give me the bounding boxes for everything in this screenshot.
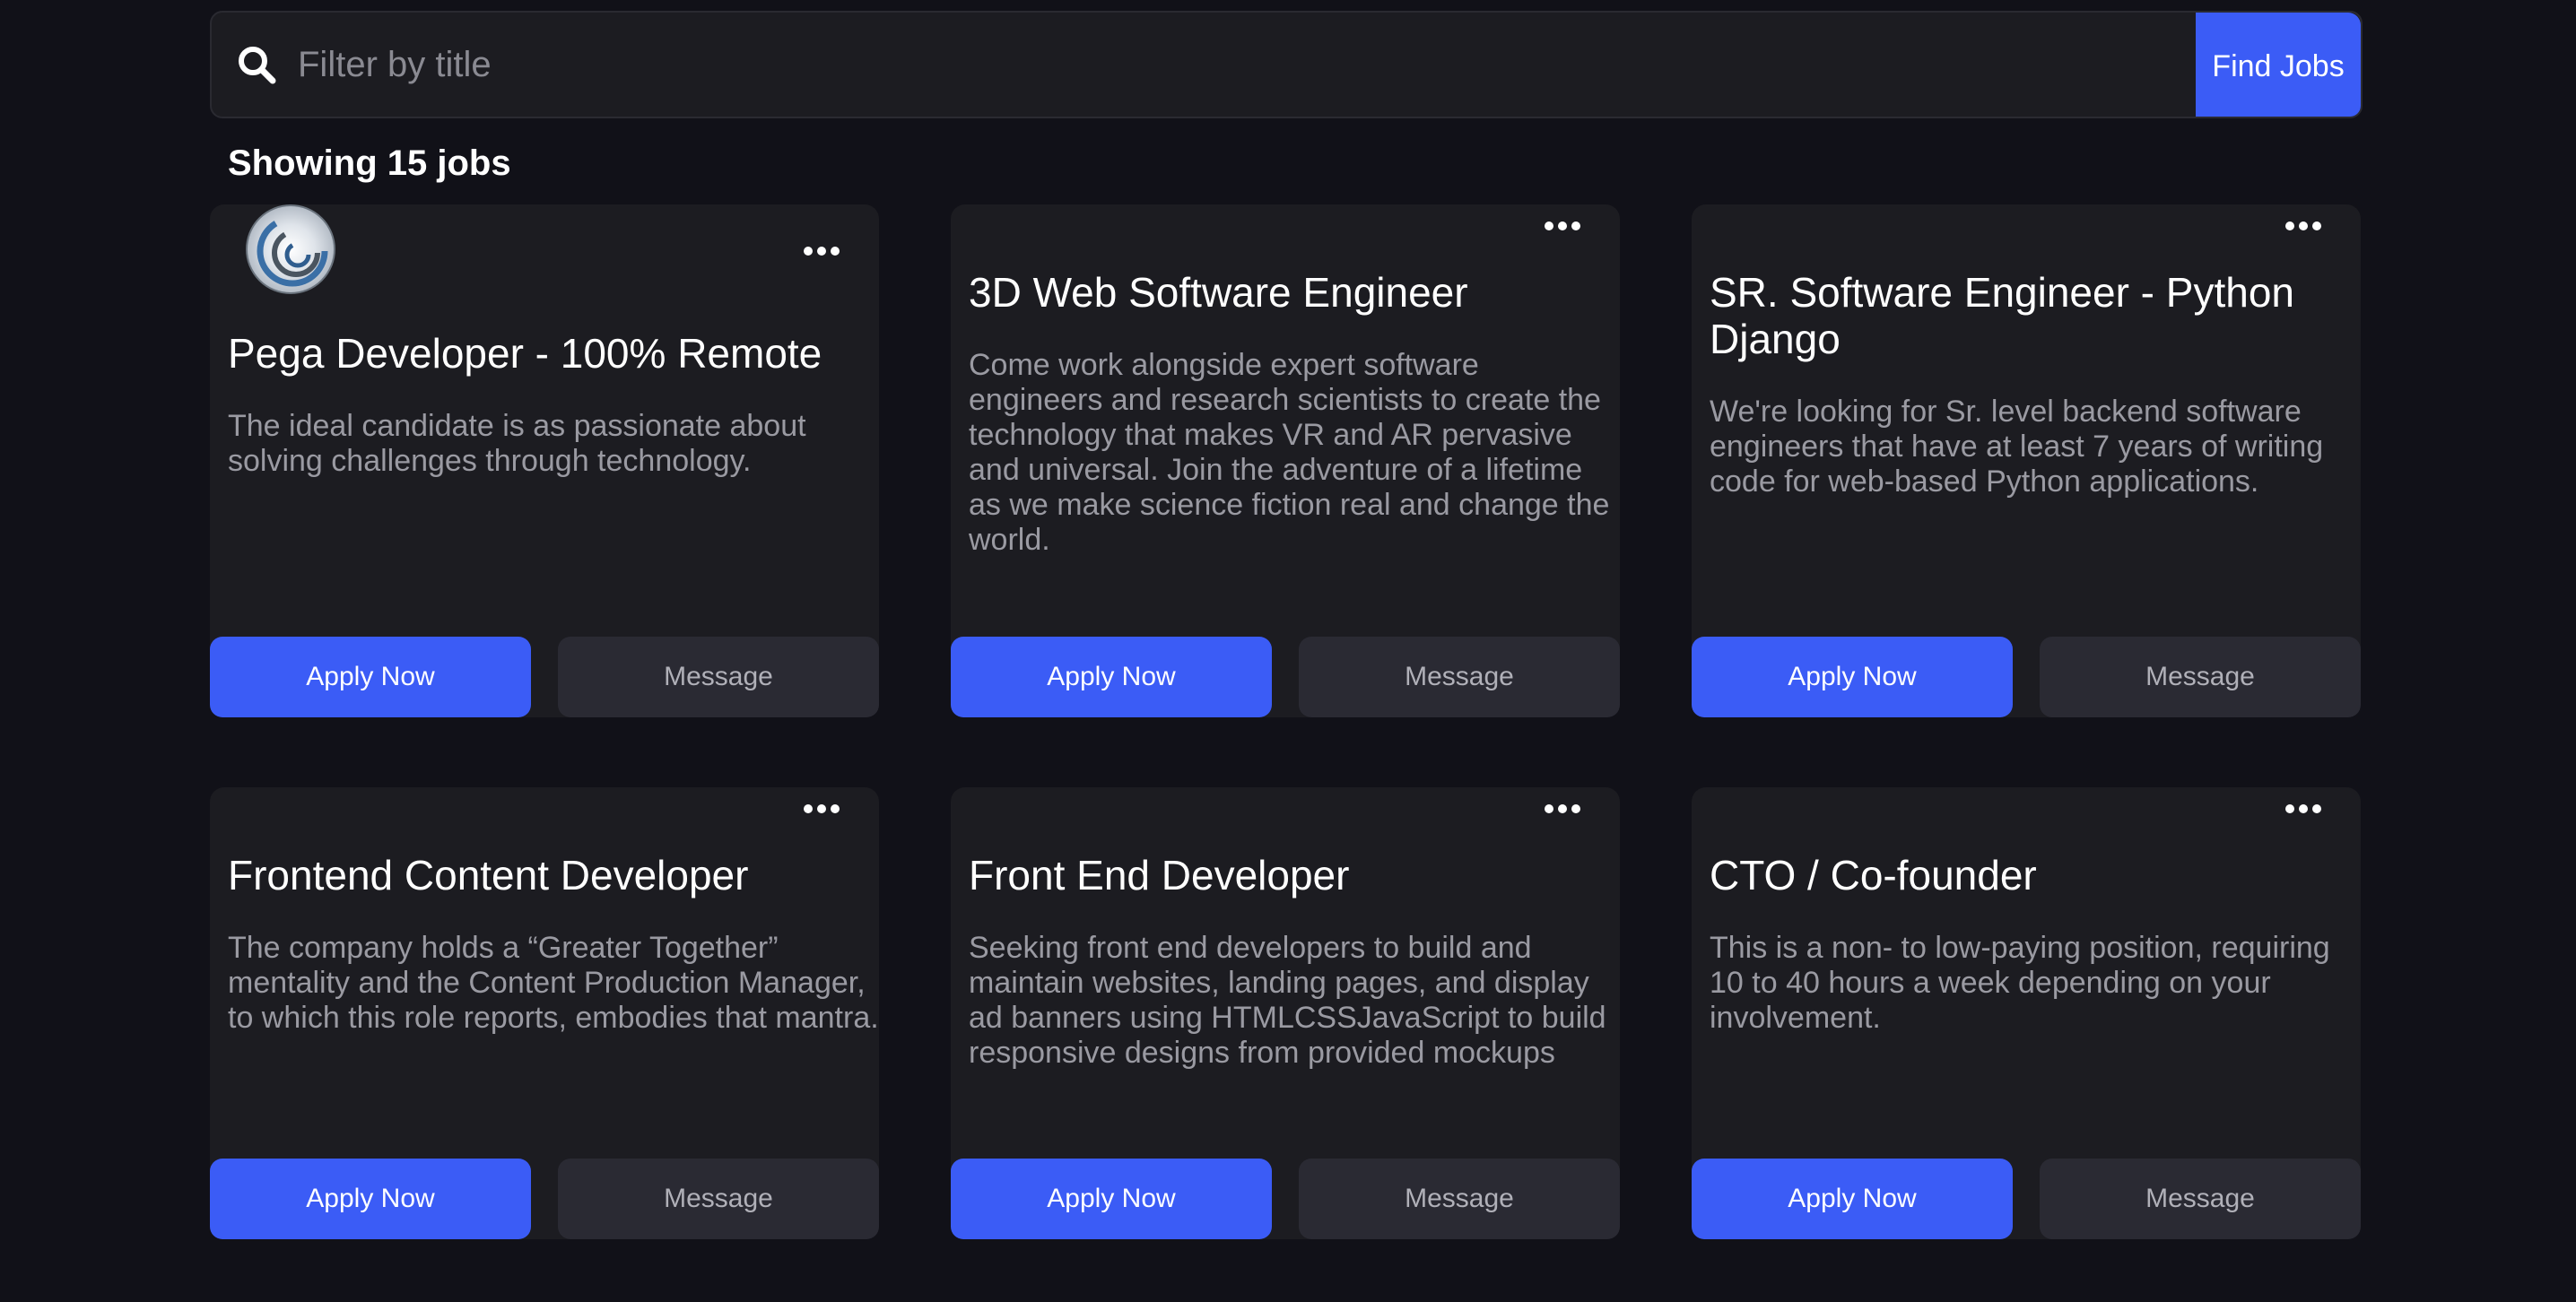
more-options-icon[interactable] <box>2282 213 2325 239</box>
job-title: 3D Web Software Engineer <box>969 269 1468 316</box>
apply-now-button[interactable]: Apply Now <box>951 1159 1272 1239</box>
job-title: Pega Developer - 100% Remote <box>228 330 822 377</box>
job-description: This is a non- to low-paying position, r… <box>1710 931 2330 1035</box>
find-jobs-button[interactable]: Find Jobs <box>2196 13 2361 117</box>
job-description: Come work alongside expert software engi… <box>969 348 1610 557</box>
job-title: Front End Developer <box>969 852 1350 898</box>
message-button[interactable]: Message <box>2040 637 2361 717</box>
job-title: Frontend Content Developer <box>228 852 749 898</box>
more-options-icon[interactable] <box>1541 213 1584 239</box>
more-options-icon[interactable] <box>1541 796 1584 821</box>
apply-now-button[interactable]: Apply Now <box>1692 637 2013 717</box>
job-description: We're looking for Sr. level backend soft… <box>1710 395 2324 499</box>
job-title: CTO / Co-founder <box>1710 852 2037 898</box>
more-options-icon[interactable] <box>2282 796 2325 821</box>
message-button[interactable]: Message <box>2040 1159 2361 1239</box>
search-input[interactable] <box>287 13 2189 117</box>
job-card: Front End Developer Seeking front end de… <box>951 787 1620 1239</box>
message-button[interactable]: Message <box>1299 637 1620 717</box>
job-card: CTO / Co-founder This is a non- to low-p… <box>1692 787 2361 1239</box>
apply-now-button[interactable]: Apply Now <box>951 637 1272 717</box>
company-logo-icon <box>257 215 328 287</box>
job-card: 3D Web Software Engineer Come work along… <box>951 204 1620 717</box>
message-button[interactable]: Message <box>1299 1159 1620 1239</box>
apply-now-button[interactable]: Apply Now <box>210 637 531 717</box>
job-card: SR. Software Engineer - Python Django We… <box>1692 204 2361 717</box>
job-description: The company holds a “Greater Together” m… <box>228 931 879 1035</box>
more-options-icon[interactable] <box>800 239 843 264</box>
search-icon <box>239 47 276 84</box>
search-bar: Find Jobs <box>210 11 2363 118</box>
message-button[interactable]: Message <box>558 637 879 717</box>
apply-now-button[interactable]: Apply Now <box>1692 1159 2013 1239</box>
job-description: The ideal candidate is as passionate abo… <box>228 409 806 478</box>
company-logo <box>246 204 335 294</box>
job-card: Frontend Content Developer The company h… <box>210 787 879 1239</box>
apply-now-button[interactable]: Apply Now <box>210 1159 531 1239</box>
more-options-icon[interactable] <box>800 796 843 821</box>
job-card: Pega Developer - 100% Remote The ideal c… <box>210 204 879 717</box>
job-title: SR. Software Engineer - Python Django <box>1710 269 2294 362</box>
message-button[interactable]: Message <box>558 1159 879 1239</box>
job-description: Seeking front end developers to build an… <box>969 931 1606 1070</box>
results-count: Showing 15 jobs <box>228 143 511 183</box>
